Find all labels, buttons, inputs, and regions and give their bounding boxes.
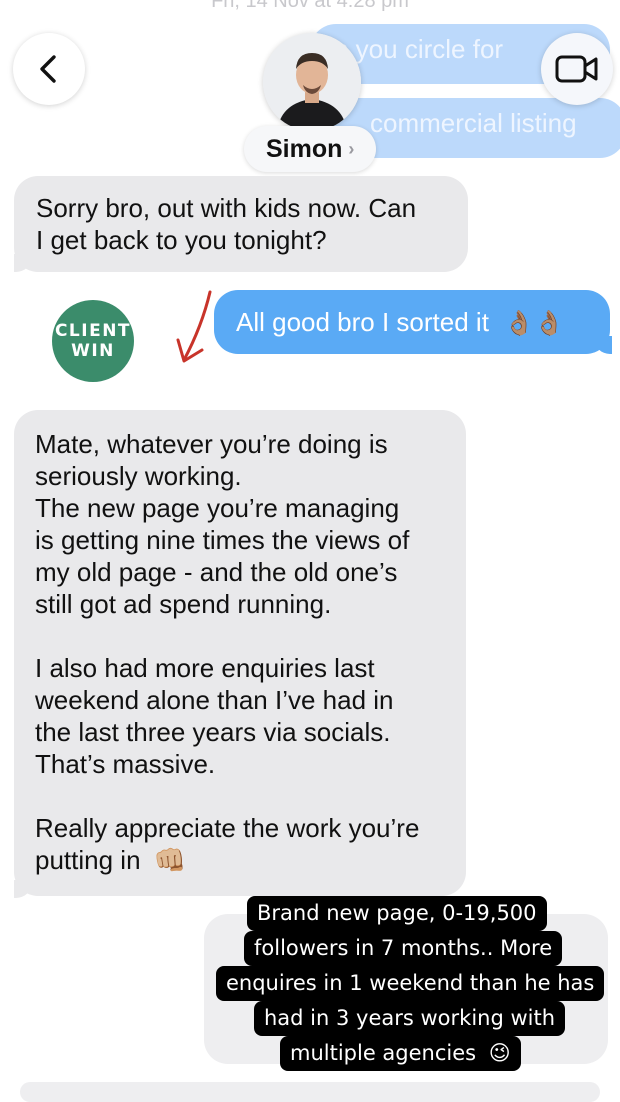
back-button[interactable] [13,33,85,105]
message-text: Sorry bro, out with kids now. Can I get … [36,193,417,255]
client-win-badge: CLIENT WIN [52,300,134,382]
caption-line: followers in 7 months.. More [244,931,563,966]
video-call-button[interactable] [541,33,613,105]
story-caption: Brand new page, 0-19,500 followers in 7 … [0,896,620,1091]
sent-message[interactable]: All good bro I sorted it 👌🏽👌🏽 [214,290,610,354]
message-text: Mate, whatever you’re doing is seriously… [35,429,420,875]
received-message[interactable]: Sorry bro, out with kids now. Can I get … [14,176,468,272]
faded-message-text: commercial listing [370,108,577,138]
ok-hand-emoji: 👌🏽👌🏽 [504,310,564,337]
message-timestamp: Fri, 14 Nov at 4:28 pm [211,0,409,12]
badge-line-1: CLIENT [54,321,132,341]
caption-line: Brand new page, 0-19,500 [247,896,547,931]
caption-line: had in 3 years working with [254,1001,566,1036]
message-text: All good bro I sorted it [236,307,489,337]
video-camera-icon [555,55,598,83]
contact-name: Simon [266,134,343,163]
chevron-left-icon [40,55,56,83]
contact-avatar[interactable] [263,33,361,131]
received-message[interactable]: Mate, whatever you’re doing is seriously… [14,410,466,896]
person-photo [263,33,361,131]
faded-message-text: n you circle for [334,34,504,64]
contact-name-button[interactable]: Simon › [244,126,377,172]
chevron-right-icon: › [348,138,355,159]
fist-bump-emoji: 👊🏼 [153,845,187,875]
caption-final-line: multiple agencies 😉 [280,1036,521,1071]
wink-emoji: 😉 [488,1041,511,1065]
red-arrow-icon [176,290,212,363]
caption-line: multiple agencies [290,1041,477,1065]
caption-line: enquires in 1 weekend than he has [216,966,605,1001]
badge-line-2: WIN [71,341,115,361]
